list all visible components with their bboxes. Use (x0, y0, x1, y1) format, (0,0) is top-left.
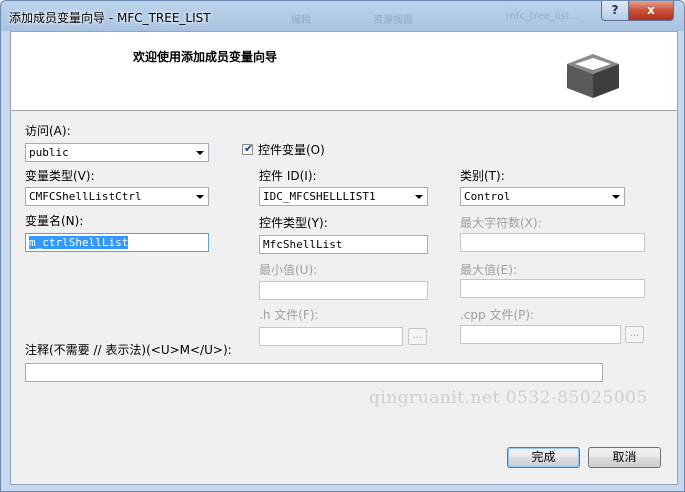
control-id-combobox[interactable]: IDC_MFCSHELLLIST1 (259, 187, 428, 206)
variable-type-value: CMFCShellListCtrl (29, 190, 142, 203)
comment-label: 注释(不需要 // 表示法)(<U>M</U>): (25, 343, 232, 357)
access-value: public (29, 146, 69, 159)
watermark-text: qingruanit.net 0532-85025005 (369, 388, 648, 408)
background-tab: mfc_tree_list... (506, 11, 580, 22)
control-type-value: MfcShellList (263, 238, 343, 251)
cpp-file-browse-button[interactable]: ... (625, 326, 644, 343)
min-value-input[interactable] (259, 281, 428, 300)
background-tab: 资源视图 (373, 15, 413, 26)
category-combobox[interactable]: Control (460, 187, 625, 206)
control-id-value: IDC_MFCSHELLLIST1 (263, 190, 376, 203)
control-id-label: 控件 ID(I): (259, 169, 317, 183)
help-button[interactable]: ? (601, 1, 629, 21)
dialog-window: 添加成员变量向导 - MFC_TREE_LIST 编辑 资源视图 mfc_tre… (0, 0, 685, 492)
chevron-down-icon[interactable] (612, 195, 620, 199)
title-bar[interactable]: 添加成员变量向导 - MFC_TREE_LIST 编辑 资源视图 mfc_tre… (1, 1, 684, 31)
min-value-label: 最小值(U): (259, 263, 318, 277)
variable-type-combobox[interactable]: CMFCShellListCtrl (25, 187, 209, 206)
variable-name-label: 变量名(N): (25, 214, 84, 228)
control-variable-checkbox[interactable]: ✔ (242, 142, 254, 155)
max-value-label: 最大值(E): (460, 263, 517, 277)
h-file-label: .h 文件(F): (259, 308, 319, 322)
window-title: 添加成员变量向导 - MFC_TREE_LIST (9, 11, 211, 25)
dialog-client-area: 欢迎使用添加成员变量向导 访问(A): public ✔ 控件变量(O) 变量类… (10, 31, 678, 485)
checkmark-icon: ✔ (244, 142, 254, 155)
h-file-input[interactable] (259, 327, 403, 346)
cancel-button[interactable]: 取消 (588, 447, 661, 468)
control-variable-label[interactable]: 控件变量(O) (258, 141, 325, 158)
chevron-down-icon[interactable] (415, 195, 423, 199)
max-chars-input[interactable] (460, 233, 645, 252)
variable-name-input[interactable]: m_ctrlShellList (25, 233, 209, 252)
close-button[interactable]: x (628, 1, 674, 21)
control-type-input[interactable]: MfcShellList (259, 235, 428, 254)
variable-name-value: m_ctrlShellList (29, 236, 129, 249)
cpp-file-input[interactable] (460, 325, 621, 344)
wizard-header: 欢迎使用添加成员变量向导 (11, 32, 677, 111)
access-label: 访问(A): (25, 124, 71, 138)
chevron-down-icon[interactable] (196, 151, 204, 155)
access-combobox[interactable]: public (25, 143, 209, 162)
max-chars-label: 最大字符数(X): (460, 216, 542, 230)
control-type-label: 控件类型(Y): (259, 216, 328, 230)
finish-button[interactable]: 完成 (507, 447, 580, 468)
chevron-down-icon[interactable] (196, 195, 204, 199)
box-3d-icon (567, 54, 619, 98)
h-file-browse-button[interactable]: ... (408, 328, 427, 345)
category-value: Control (464, 190, 511, 203)
category-label: 类别(T): (460, 169, 505, 183)
wizard-title: 欢迎使用添加成员变量向导 (133, 50, 278, 64)
comment-input[interactable] (25, 363, 603, 382)
cpp-file-label: .cpp 文件(P): (460, 308, 535, 322)
background-tab: 编辑 (291, 15, 311, 26)
max-value-input[interactable] (460, 279, 645, 298)
variable-type-label: 变量类型(V): (25, 169, 95, 183)
